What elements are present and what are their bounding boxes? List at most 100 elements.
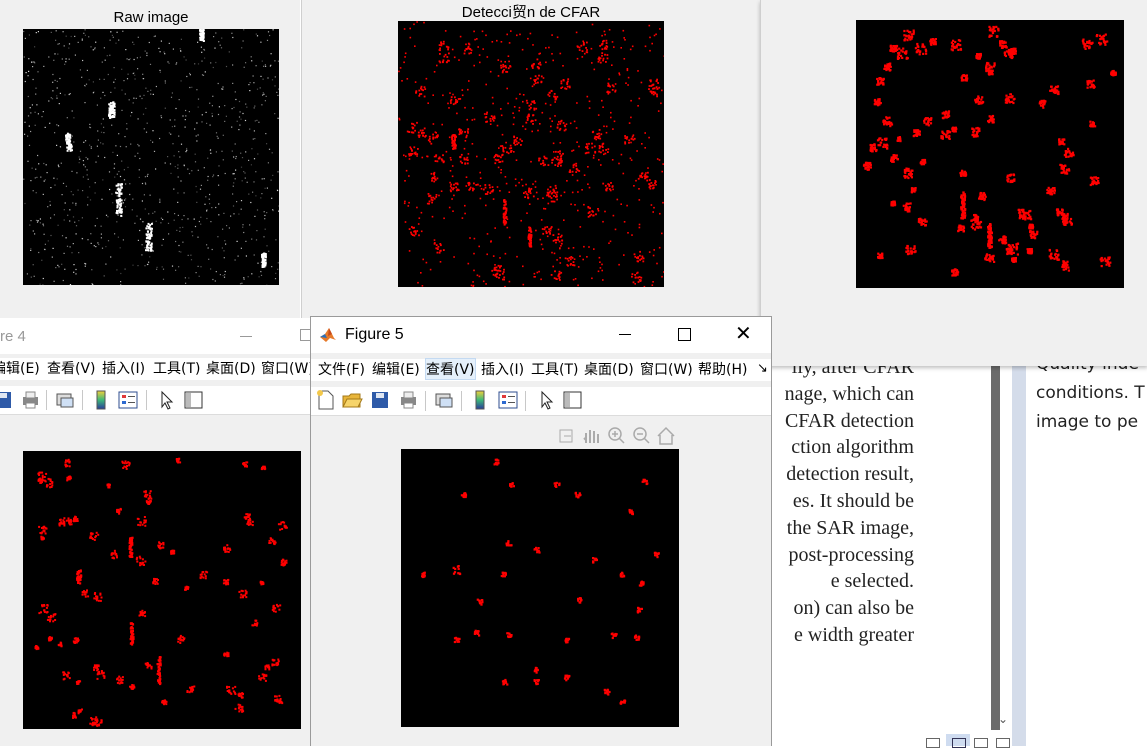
detection-pixel [526,212,528,214]
detection-pixel [553,195,555,197]
detection-pixel [581,189,583,191]
detection-blob [60,519,62,521]
menu-item[interactable]: 窗口(W) [261,358,314,378]
pointer-icon[interactable] [155,389,177,411]
menu-item[interactable]: 编辑(E) [0,358,40,378]
speckle [40,222,41,223]
speckle [249,90,250,91]
speckle [69,43,70,44]
detection-pixel [498,155,500,157]
detection-blob [978,103,980,105]
detection-pixel [641,176,643,178]
speckle [36,220,37,221]
speckle [162,266,163,267]
detection-blob [1050,253,1052,255]
raw-image-axes[interactable] [23,29,279,285]
detection-pixel [567,78,569,80]
speckle [165,108,166,109]
colorbar-icon[interactable] [90,389,112,411]
speckle [142,74,143,75]
detection-blob [96,599,98,601]
speckle [250,202,251,203]
detection-pixel [501,145,503,147]
detection-pixel [613,86,615,88]
detection-blob [909,31,911,33]
detection-pixel [493,274,495,276]
detection-blob [94,724,96,726]
detection-pixel [554,93,556,95]
document-scrollbar[interactable] [991,360,1000,730]
detection-pixel [607,85,609,87]
speckle [110,92,111,93]
detection-blob [1013,252,1015,254]
link-icon[interactable] [54,389,76,411]
speckle [264,211,265,212]
detection-blob [974,228,976,230]
print-icon[interactable] [19,389,41,411]
detection-blob [180,636,182,638]
speckle [253,82,254,83]
detection-pixel [500,65,502,67]
menu-item[interactable]: 工具(T) [153,358,200,378]
speckle [85,29,86,30]
minimize-button[interactable] [240,336,252,337]
detection-pixel [451,142,453,144]
detection-blob [962,75,964,77]
bright-target [150,247,152,249]
menu-item[interactable]: 桌面(D) [206,358,256,378]
speckle [66,58,67,59]
view-mode-icons[interactable] [922,734,1012,746]
speckle [53,60,54,61]
filtered-detection-axes[interactable] [856,20,1124,288]
speckle [224,274,225,275]
save-icon[interactable] [0,389,14,411]
detection-blob [990,246,992,248]
detection-blob [906,57,908,59]
speckle [271,53,272,54]
detection-blob [877,256,879,258]
detection-pixel [630,142,632,144]
detection-pixel [569,169,571,171]
legend-icon[interactable] [117,389,139,411]
speckle [59,78,60,79]
detection-blob [1027,213,1029,215]
scroll-down-icon[interactable]: ⌄ [998,712,1012,728]
detection-blob [1031,252,1033,254]
detection-pixel [612,89,614,91]
detection-pixel [505,253,507,255]
detection-blob [79,711,81,713]
detection-pixel [555,151,557,153]
detection-blob [874,99,876,101]
detection-blob [902,48,904,50]
detection-blob [1089,42,1091,44]
detection-pixel [571,150,573,152]
figure4-axes[interactable] [23,451,301,729]
detection-blob [49,483,51,485]
detection-pixel [500,172,502,174]
detection-pixel [653,94,655,96]
detection-blob [871,145,873,147]
detection-blob [880,142,882,144]
menu-item[interactable]: 插入(I) [102,358,145,378]
figure4-titlebar[interactable]: re 4 [0,318,312,354]
menu-item[interactable]: 查看(V) [47,358,96,378]
bright-target [111,109,113,111]
detection-pixel [618,163,620,165]
speckle [58,225,59,226]
detection-pixel [560,87,562,89]
property-inspector-icon[interactable] [182,389,204,411]
speckle [169,132,170,133]
detection-pixel [449,137,451,139]
detection-blob [1014,259,1016,261]
detection-pixel [599,261,601,263]
detection-pixel [484,184,486,186]
detection-pixel [591,147,593,149]
detection-pixel [455,183,457,185]
detection-pixel [464,50,466,52]
detection-blob [884,120,886,122]
detection-pixel [411,150,413,152]
cfar-detection-axes[interactable] [398,21,664,287]
detection-blob [906,30,908,32]
detection-pixel [608,242,610,244]
speckle [144,194,145,195]
